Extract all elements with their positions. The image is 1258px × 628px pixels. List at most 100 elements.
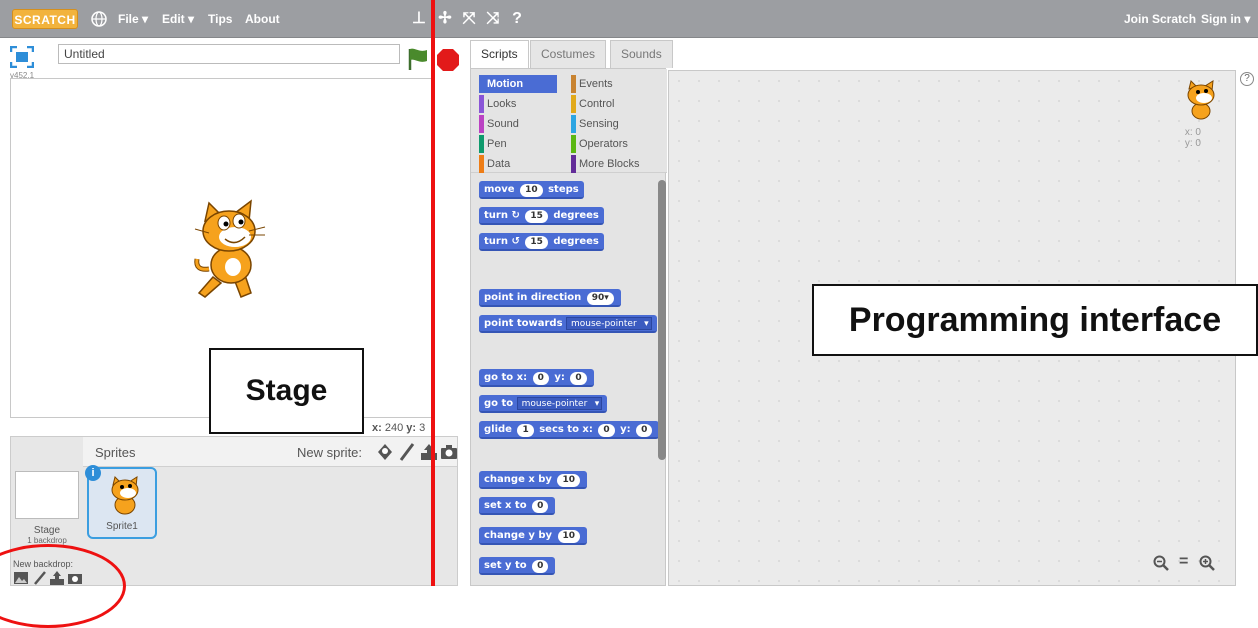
block-help-icon[interactable]: ? xyxy=(508,9,526,29)
category-pen[interactable]: Pen xyxy=(479,135,565,153)
shrink-icon[interactable]: ⤨ xyxy=(484,9,502,29)
sign-in-link[interactable]: Sign in ▾ xyxy=(1201,12,1250,26)
point-towards-block[interactable]: point towards mouse-pointer xyxy=(479,315,657,333)
block-number[interactable]: 0 xyxy=(636,424,653,437)
category-label: Control xyxy=(579,98,615,110)
block-number[interactable]: 10 xyxy=(557,530,581,543)
zoom-out-icon[interactable] xyxy=(1153,555,1169,571)
category-sensing[interactable]: Sensing xyxy=(571,115,657,133)
stage-thumbnail[interactable] xyxy=(15,471,79,519)
coord-y-label: y: xyxy=(406,422,417,434)
block-dropdown[interactable]: mouse-pointer xyxy=(566,317,652,330)
block-number[interactable]: 0 xyxy=(598,424,615,437)
block-number[interactable]: 0 xyxy=(532,500,549,513)
category-label: Sound xyxy=(487,118,519,130)
block-text: y: xyxy=(554,372,565,383)
set-x-block[interactable]: set x to 0 xyxy=(479,497,556,515)
block-dropdown[interactable]: mouse-pointer xyxy=(516,397,603,410)
sprite1-name: Sprite1 xyxy=(106,521,138,532)
choose-sprite-library-icon[interactable] xyxy=(375,442,395,462)
category-swatch xyxy=(571,75,576,93)
block-text: go to xyxy=(484,398,514,409)
block-number[interactable]: 10 xyxy=(557,474,580,487)
block-number[interactable]: 15 xyxy=(525,210,548,223)
zoom-reset-button[interactable]: = xyxy=(1179,553,1188,571)
help-icon[interactable]: ? xyxy=(1240,72,1254,86)
block-number[interactable]: 0 xyxy=(570,372,587,385)
scratch-logo[interactable]: SCRATCH xyxy=(12,9,78,29)
edit-menu[interactable]: Edit ▾ xyxy=(162,12,194,26)
category-swatch xyxy=(479,115,484,133)
turn-right-block[interactable]: turn ↻ 15 degrees xyxy=(479,207,604,225)
set-y-block[interactable]: set y to 0 xyxy=(479,557,556,575)
category-swatch xyxy=(571,135,576,153)
upload-sprite-icon[interactable] xyxy=(419,442,439,462)
zoom-in-icon[interactable] xyxy=(1199,555,1215,571)
go-to-xy-block[interactable]: go to x: 0 y: 0 xyxy=(479,369,594,387)
category-control[interactable]: Control xyxy=(571,95,657,113)
stop-icon[interactable] xyxy=(436,48,460,72)
glide-block[interactable]: glide 1 secs to x: 0 y: 0 xyxy=(479,421,660,439)
paint-sprite-icon[interactable] xyxy=(397,442,417,462)
globe-icon[interactable] xyxy=(90,10,108,28)
camera-sprite-icon[interactable] xyxy=(439,442,459,462)
info-icon[interactable]: i xyxy=(85,465,101,481)
tips-menu[interactable]: Tips xyxy=(208,12,232,26)
palette-scrollbar[interactable] xyxy=(658,180,666,460)
block-number[interactable]: 1 xyxy=(517,424,534,437)
category-swatch xyxy=(479,135,484,153)
block-number[interactable]: 0 xyxy=(532,560,549,573)
category-label: More Blocks xyxy=(579,158,640,170)
file-menu[interactable]: File ▾ xyxy=(118,12,148,26)
sprite-x-readout: x: 0 xyxy=(1184,127,1201,138)
cat-sprite[interactable] xyxy=(191,197,271,303)
block-number[interactable]: 0 xyxy=(532,372,549,385)
rotate-cw-icon: ↻ xyxy=(511,210,520,221)
block-text: go to x: xyxy=(484,372,528,383)
change-x-block[interactable]: change x by 10 xyxy=(479,471,587,489)
turn-left-block[interactable]: turn ↺ 15 degrees xyxy=(479,233,604,251)
rotate-ccw-icon: ↺ xyxy=(511,236,520,247)
tab-sounds[interactable]: Sounds xyxy=(610,40,673,68)
category-swatch xyxy=(571,95,576,113)
block-number[interactable]: 10 xyxy=(520,184,543,197)
tab-costumes[interactable]: Costumes xyxy=(530,40,607,68)
block-text: set x to xyxy=(484,500,527,511)
green-flag-icon[interactable] xyxy=(406,46,430,72)
project-title-input[interactable] xyxy=(58,44,400,64)
category-motion[interactable]: Motion xyxy=(479,75,557,93)
point-in-direction-block[interactable]: point in direction 90▾ xyxy=(479,289,621,307)
about-menu[interactable]: About xyxy=(245,12,280,26)
cut-icon[interactable]: ✢ xyxy=(436,9,454,29)
change-y-block[interactable]: change y by 10 xyxy=(479,527,588,545)
move-block[interactable]: move 10 steps xyxy=(479,181,584,199)
fullscreen-icon[interactable] xyxy=(10,46,34,68)
category-swatch xyxy=(571,115,576,133)
sprite1-tile[interactable]: i Sprite1 xyxy=(85,465,157,539)
block-text: change x by xyxy=(484,474,552,485)
go-to-block[interactable]: go to mouse-pointer xyxy=(479,395,608,413)
block-number[interactable]: 15 xyxy=(525,236,548,249)
join-scratch-link[interactable]: Join Scratch xyxy=(1124,12,1196,26)
block-text: steps xyxy=(548,184,579,195)
category-label: Operators xyxy=(579,138,628,150)
category-sound[interactable]: Sound xyxy=(479,115,565,133)
category-swatch xyxy=(479,155,484,173)
duplicate-icon[interactable]: ⊥ xyxy=(410,9,428,29)
category-events[interactable]: Events xyxy=(571,75,657,93)
category-data[interactable]: Data xyxy=(479,155,565,173)
category-looks[interactable]: Looks xyxy=(479,95,565,113)
category-list: Motion Looks Sound Pen Data Events Control Sens… xyxy=(471,69,667,173)
tab-scripts[interactable]: Scripts xyxy=(470,40,529,68)
category-swatch xyxy=(571,155,576,173)
block-text: set y to xyxy=(484,560,527,571)
sprites-title: Sprites xyxy=(95,445,136,460)
block-text: turn xyxy=(484,210,508,221)
block-number[interactable]: 90▾ xyxy=(586,292,614,305)
category-operators[interactable]: Operators xyxy=(571,135,657,153)
programming-interface-callout: Programming interface xyxy=(812,284,1258,356)
block-text: degrees xyxy=(553,210,599,221)
category-more-blocks[interactable]: More Blocks xyxy=(571,155,657,173)
category-label: Sensing xyxy=(579,118,619,130)
grow-icon[interactable]: ⤧ xyxy=(460,9,478,29)
